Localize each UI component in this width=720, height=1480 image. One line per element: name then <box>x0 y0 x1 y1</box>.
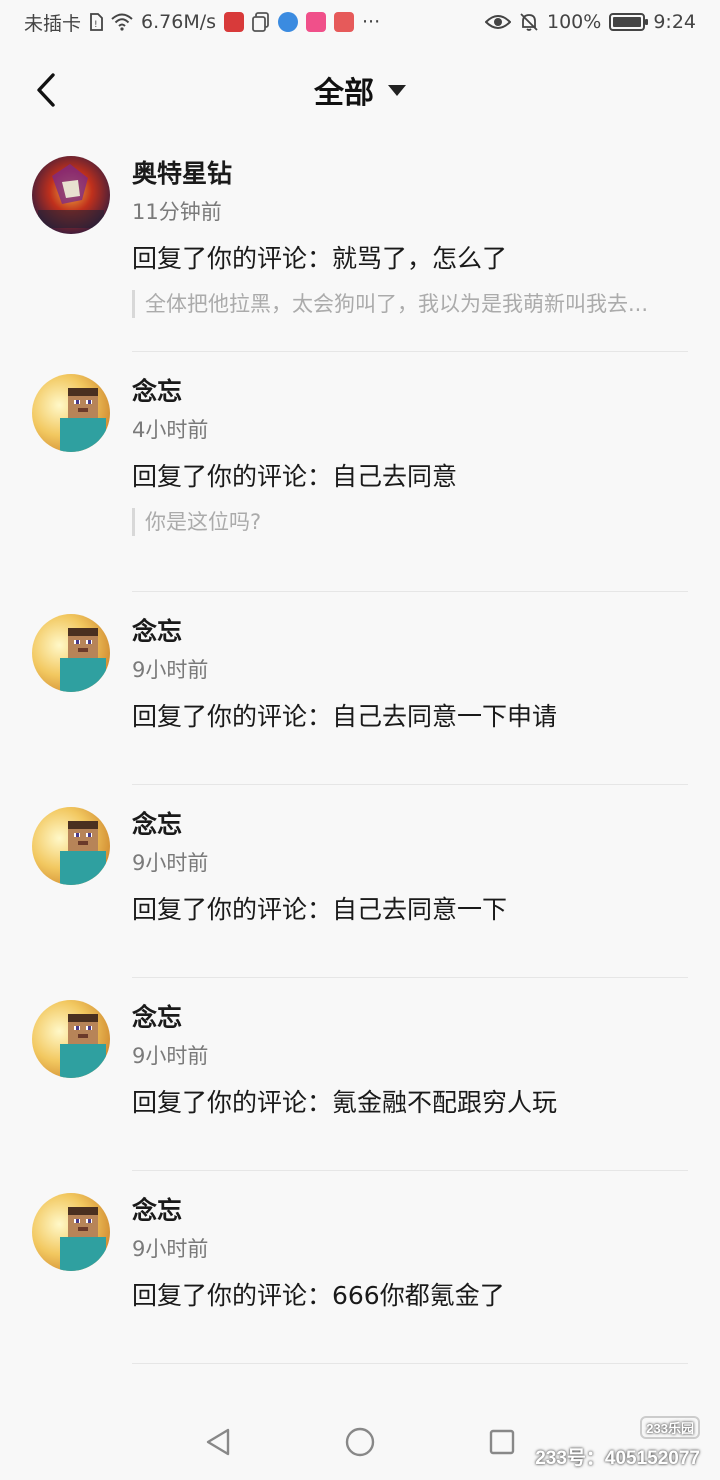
timestamp: 4小时前 <box>132 418 209 442</box>
status-right: 100% 9:24 <box>485 11 696 33</box>
timestamp: 9小时前 <box>132 1044 209 1068</box>
list-item[interactable]: 念忘 9小时前 回复了你的评论：氪金融不配跟穷人玩 <box>0 980 720 1173</box>
reply-text: 回复了你的评论：自己去同意一下 <box>132 895 508 924</box>
clock: 9:24 <box>653 11 696 33</box>
square-recents-icon <box>489 1429 515 1455</box>
avatar[interactable] <box>32 374 110 452</box>
status-left: 未插卡 ! 6.76M/s ··· <box>24 9 380 36</box>
nav-back-button[interactable] <box>204 1427 232 1461</box>
list-item[interactable]: 念忘 9小时前 回复了你的评论：自己去同意一下 <box>0 787 720 980</box>
app-notification-icon <box>224 12 245 32</box>
user-name[interactable]: 念忘 <box>132 1195 688 1227</box>
wifi-icon <box>111 13 133 31</box>
triangle-back-icon <box>206 1428 230 1456</box>
battery-percent: 100% <box>547 11 602 33</box>
reply-text: 回复了你的评论：666你都氪金了 <box>132 1281 505 1310</box>
timestamp: 9小时前 <box>132 658 209 682</box>
mute-bell-icon <box>519 12 539 32</box>
back-button[interactable] <box>28 70 64 110</box>
copy-icon <box>252 12 270 32</box>
avatar[interactable] <box>32 1193 110 1271</box>
timestamp: 11分钟前 <box>132 200 222 224</box>
list-item[interactable]: 奥特星钻 11分钟前 回复了你的评论：就骂了，怎么了 全体把他拉黑，太会狗叫了，… <box>0 136 720 354</box>
carrier-text: 未插卡 <box>24 12 82 35</box>
user-name[interactable]: 念忘 <box>132 809 688 841</box>
avatar[interactable] <box>32 614 110 692</box>
user-name[interactable]: 奥特星钻 <box>132 158 688 190</box>
status-bar: 未插卡 ! 6.76M/s ··· 100% 9:24 <box>0 0 720 44</box>
more-notifications-icon: ··· <box>362 11 381 33</box>
network-speed: 6.76M/s <box>141 11 217 33</box>
quoted-comment[interactable]: 你是这位吗? <box>132 508 688 536</box>
svg-text:!: ! <box>94 20 98 30</box>
battery-icon <box>609 13 649 31</box>
app-notification-icon <box>278 12 299 32</box>
notification-list: 奥特星钻 11分钟前 回复了你的评论：就骂了，怎么了 全体把他拉黑，太会狗叫了，… <box>0 136 720 1366</box>
nav-recents-button[interactable] <box>488 1428 516 1460</box>
timestamp: 9小时前 <box>132 1237 209 1261</box>
eye-icon <box>485 13 511 31</box>
user-name[interactable]: 念忘 <box>132 376 688 408</box>
reply-text: 回复了你的评论：自己去同意 <box>132 462 458 491</box>
app-notification-icon <box>334 12 355 32</box>
app-notification-icon <box>306 12 327 32</box>
header: 全部 <box>0 44 720 136</box>
reply-text: 回复了你的评论：就骂了，怎么了 <box>132 244 508 273</box>
avatar[interactable] <box>32 807 110 885</box>
watermark: 233乐园 233号：405152077 <box>535 1416 700 1470</box>
quoted-comment[interactable]: 全体把他拉黑，太会狗叫了，我以为是我萌新叫我去... <box>132 290 688 318</box>
timestamp: 9小时前 <box>132 851 209 875</box>
watermark-logo: 233乐园 <box>640 1416 700 1439</box>
sim-icon: ! <box>89 13 103 31</box>
caret-down-icon <box>388 84 406 96</box>
circle-home-icon <box>345 1427 375 1457</box>
user-name[interactable]: 念忘 <box>132 1002 688 1034</box>
user-name[interactable]: 念忘 <box>132 616 688 648</box>
avatar[interactable] <box>32 1000 110 1078</box>
list-item[interactable]: 念忘 9小时前 回复了你的评论：自己去同意一下申请 <box>0 594 720 787</box>
reply-text: 回复了你的评论：氪金融不配跟穷人玩 <box>132 1088 558 1117</box>
watermark-text: 233号：405152077 <box>535 1448 700 1469</box>
reply-text: 回复了你的评论：自己去同意一下申请 <box>132 702 558 731</box>
avatar[interactable] <box>32 156 110 234</box>
list-item[interactable]: 念忘 9小时前 回复了你的评论：666你都氪金了 <box>0 1173 720 1366</box>
nav-home-button[interactable] <box>344 1426 376 1462</box>
list-item[interactable]: 念忘 4小时前 回复了你的评论：自己去同意 你是这位吗? <box>0 354 720 594</box>
page-title: 全部 <box>314 76 374 111</box>
chevron-left-icon <box>37 73 55 107</box>
filter-dropdown[interactable]: 全部 <box>314 68 406 112</box>
